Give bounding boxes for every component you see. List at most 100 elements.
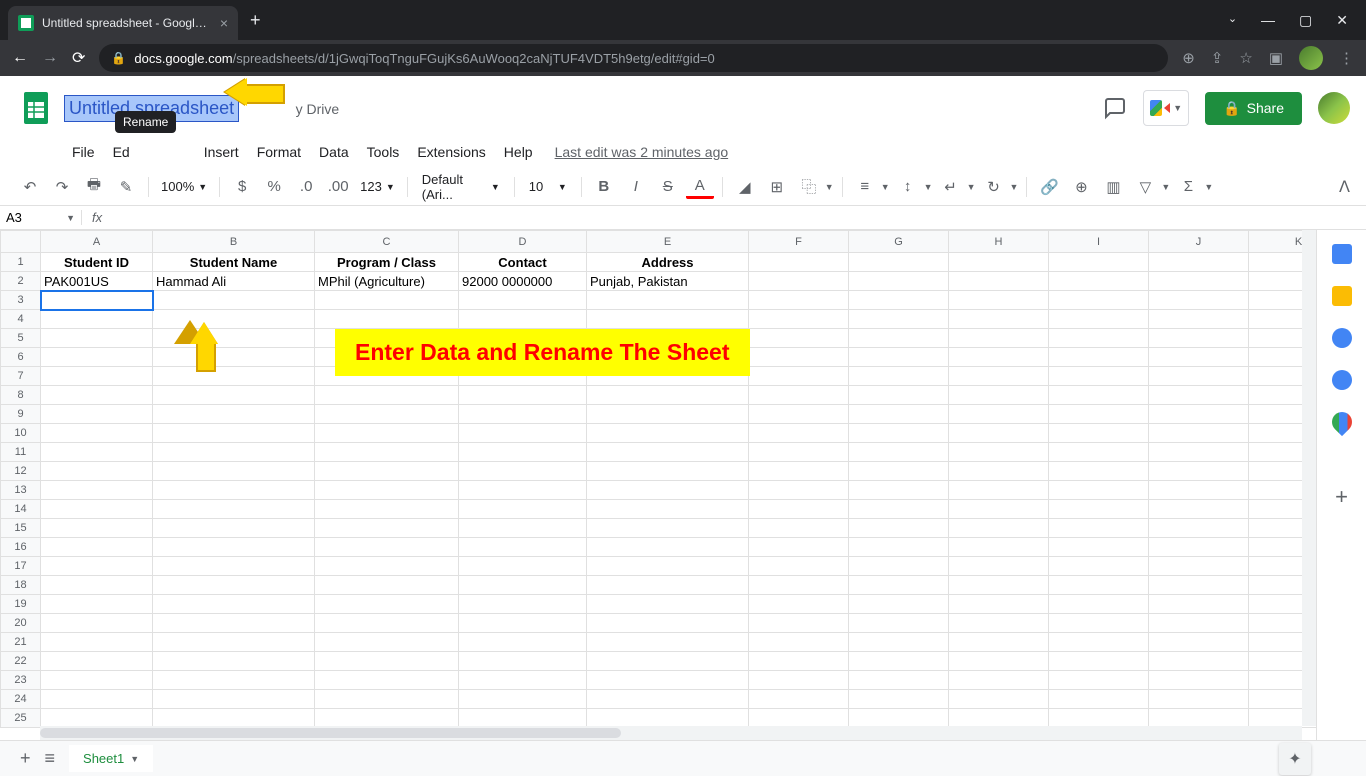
cell[interactable] bbox=[749, 500, 849, 519]
chart-button[interactable]: ▥ bbox=[1099, 173, 1127, 201]
cell[interactable] bbox=[587, 557, 749, 576]
cell[interactable] bbox=[1049, 443, 1149, 462]
cell[interactable] bbox=[749, 595, 849, 614]
cell[interactable] bbox=[153, 424, 315, 443]
cell[interactable] bbox=[1049, 386, 1149, 405]
cell[interactable] bbox=[459, 614, 587, 633]
cell[interactable] bbox=[1149, 519, 1249, 538]
cell[interactable] bbox=[587, 291, 749, 310]
cell[interactable] bbox=[1149, 253, 1249, 272]
cell[interactable] bbox=[1049, 310, 1149, 329]
cell[interactable] bbox=[849, 576, 949, 595]
cell[interactable] bbox=[849, 671, 949, 690]
cell[interactable] bbox=[949, 253, 1049, 272]
cell[interactable] bbox=[315, 652, 459, 671]
cell[interactable] bbox=[587, 614, 749, 633]
cell[interactable] bbox=[459, 690, 587, 709]
print-button[interactable]: 🖶 bbox=[80, 173, 108, 201]
cell[interactable] bbox=[1049, 405, 1149, 424]
cell[interactable] bbox=[949, 614, 1049, 633]
cell[interactable] bbox=[459, 576, 587, 595]
cell[interactable] bbox=[749, 538, 849, 557]
sheets-logo[interactable] bbox=[16, 88, 56, 128]
maximize-icon[interactable]: ▢ bbox=[1299, 12, 1312, 29]
cell[interactable] bbox=[749, 405, 849, 424]
cell[interactable] bbox=[1149, 690, 1249, 709]
cell[interactable] bbox=[949, 538, 1049, 557]
cell[interactable] bbox=[41, 519, 153, 538]
cell[interactable] bbox=[315, 557, 459, 576]
cell[interactable] bbox=[1049, 481, 1149, 500]
cell[interactable] bbox=[949, 329, 1049, 348]
calendar-icon[interactable] bbox=[1332, 244, 1352, 264]
cell[interactable] bbox=[587, 652, 749, 671]
reload-button[interactable]: ⟳ bbox=[72, 48, 85, 68]
cell[interactable] bbox=[1149, 367, 1249, 386]
cell[interactable] bbox=[749, 462, 849, 481]
cell[interactable] bbox=[41, 652, 153, 671]
cell[interactable] bbox=[153, 576, 315, 595]
cell[interactable] bbox=[587, 633, 749, 652]
row-header[interactable]: 4 bbox=[1, 310, 41, 329]
cell[interactable]: Program / Class bbox=[315, 253, 459, 272]
cell[interactable] bbox=[153, 348, 315, 367]
cell[interactable] bbox=[749, 652, 849, 671]
cell[interactable] bbox=[587, 671, 749, 690]
comment-button[interactable]: ⊕ bbox=[1067, 173, 1095, 201]
row-header[interactable]: 12 bbox=[1, 462, 41, 481]
keep-icon[interactable] bbox=[1332, 286, 1352, 306]
cell[interactable] bbox=[41, 671, 153, 690]
cell[interactable] bbox=[459, 557, 587, 576]
bold-button[interactable]: B bbox=[590, 173, 618, 201]
cell[interactable] bbox=[587, 462, 749, 481]
row-header[interactable]: 16 bbox=[1, 538, 41, 557]
row-header[interactable]: 25 bbox=[1, 709, 41, 728]
cell[interactable] bbox=[849, 481, 949, 500]
cell[interactable] bbox=[153, 291, 315, 310]
cell[interactable] bbox=[153, 386, 315, 405]
cell[interactable] bbox=[41, 310, 153, 329]
cell[interactable] bbox=[153, 557, 315, 576]
cell[interactable] bbox=[315, 595, 459, 614]
cell[interactable] bbox=[587, 709, 749, 728]
row-header[interactable]: 15 bbox=[1, 519, 41, 538]
cell-selected[interactable] bbox=[41, 291, 153, 310]
cell[interactable] bbox=[41, 329, 153, 348]
cell[interactable]: Punjab, Pakistan bbox=[587, 272, 749, 291]
redo-button[interactable]: ↷ bbox=[48, 173, 76, 201]
cell[interactable] bbox=[949, 595, 1049, 614]
cell[interactable] bbox=[315, 291, 459, 310]
link-button[interactable]: 🔗 bbox=[1035, 173, 1063, 201]
add-addon-icon[interactable]: + bbox=[1335, 484, 1348, 510]
cell[interactable] bbox=[1049, 538, 1149, 557]
cell[interactable] bbox=[315, 424, 459, 443]
menu-edit[interactable]: Ed bbox=[105, 142, 138, 162]
font-size-dropdown[interactable]: 10▼ bbox=[523, 179, 573, 194]
cell[interactable] bbox=[949, 690, 1049, 709]
cell[interactable] bbox=[315, 386, 459, 405]
cell[interactable] bbox=[749, 253, 849, 272]
cell[interactable] bbox=[949, 367, 1049, 386]
cell[interactable] bbox=[1149, 652, 1249, 671]
caret-down-icon[interactable]: ⌄ bbox=[1228, 12, 1237, 29]
cell[interactable] bbox=[153, 462, 315, 481]
cell[interactable] bbox=[849, 595, 949, 614]
cell[interactable] bbox=[849, 690, 949, 709]
cell[interactable] bbox=[1049, 557, 1149, 576]
cell[interactable] bbox=[41, 538, 153, 557]
rotate-button[interactable]: ↻ bbox=[979, 173, 1007, 201]
cell[interactable] bbox=[1149, 538, 1249, 557]
row-header[interactable]: 6 bbox=[1, 348, 41, 367]
currency-button[interactable]: $ bbox=[228, 173, 256, 201]
cell[interactable] bbox=[315, 538, 459, 557]
last-edit-link[interactable]: Last edit was 2 minutes ago bbox=[555, 144, 729, 160]
cell[interactable] bbox=[1049, 690, 1149, 709]
row-header[interactable]: 22 bbox=[1, 652, 41, 671]
tasks-icon[interactable] bbox=[1332, 328, 1352, 348]
collapse-toolbar-icon[interactable]: ᐱ bbox=[1339, 177, 1350, 197]
cell[interactable] bbox=[315, 576, 459, 595]
cell[interactable] bbox=[1149, 500, 1249, 519]
cell[interactable] bbox=[949, 386, 1049, 405]
cell[interactable] bbox=[459, 386, 587, 405]
cell[interactable] bbox=[849, 443, 949, 462]
